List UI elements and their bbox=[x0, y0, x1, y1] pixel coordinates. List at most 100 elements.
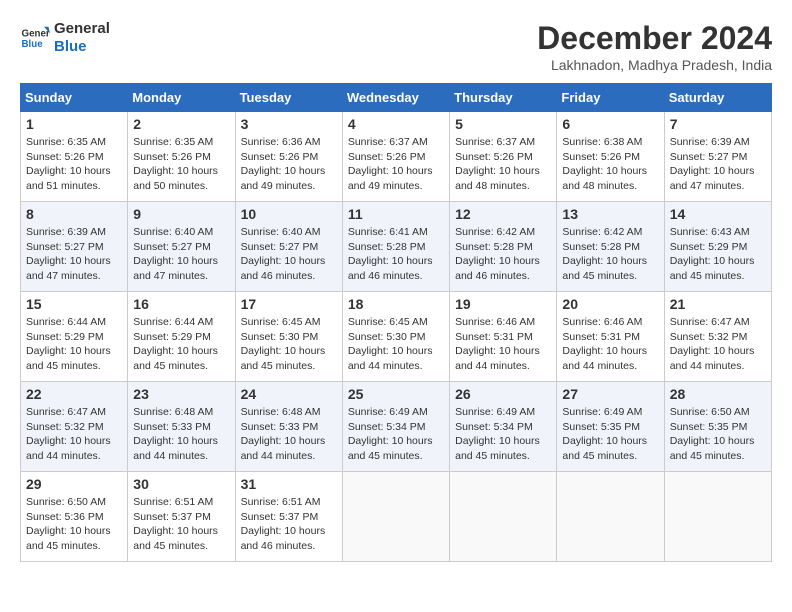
day-number: 19 bbox=[455, 296, 551, 312]
day-number: 16 bbox=[133, 296, 229, 312]
location: Lakhnadon, Madhya Pradesh, India bbox=[537, 57, 772, 73]
calendar-cell: 18 Sunrise: 6:45 AM Sunset: 5:30 PM Dayl… bbox=[342, 292, 449, 382]
cell-info: Sunrise: 6:47 AM Sunset: 5:32 PM Dayligh… bbox=[670, 315, 766, 374]
day-number: 5 bbox=[455, 116, 551, 132]
cell-info: Sunrise: 6:38 AM Sunset: 5:26 PM Dayligh… bbox=[562, 135, 658, 194]
calendar-cell bbox=[557, 472, 664, 562]
calendar-cell: 24 Sunrise: 6:48 AM Sunset: 5:33 PM Dayl… bbox=[235, 382, 342, 472]
logo-icon: General Blue bbox=[20, 23, 50, 53]
day-number: 9 bbox=[133, 206, 229, 222]
calendar-cell bbox=[342, 472, 449, 562]
cell-info: Sunrise: 6:39 AM Sunset: 5:27 PM Dayligh… bbox=[26, 225, 122, 284]
cell-info: Sunrise: 6:40 AM Sunset: 5:27 PM Dayligh… bbox=[241, 225, 337, 284]
day-number: 29 bbox=[26, 476, 122, 492]
calendar-cell: 13 Sunrise: 6:42 AM Sunset: 5:28 PM Dayl… bbox=[557, 202, 664, 292]
day-number: 11 bbox=[348, 206, 444, 222]
day-number: 23 bbox=[133, 386, 229, 402]
day-number: 6 bbox=[562, 116, 658, 132]
day-number: 7 bbox=[670, 116, 766, 132]
day-number: 26 bbox=[455, 386, 551, 402]
cell-info: Sunrise: 6:46 AM Sunset: 5:31 PM Dayligh… bbox=[562, 315, 658, 374]
calendar-cell: 25 Sunrise: 6:49 AM Sunset: 5:34 PM Dayl… bbox=[342, 382, 449, 472]
day-number: 3 bbox=[241, 116, 337, 132]
calendar-cell: 4 Sunrise: 6:37 AM Sunset: 5:26 PM Dayli… bbox=[342, 112, 449, 202]
day-number: 1 bbox=[26, 116, 122, 132]
cell-info: Sunrise: 6:41 AM Sunset: 5:28 PM Dayligh… bbox=[348, 225, 444, 284]
logo-blue: Blue bbox=[54, 38, 110, 56]
cell-info: Sunrise: 6:45 AM Sunset: 5:30 PM Dayligh… bbox=[348, 315, 444, 374]
calendar-cell: 12 Sunrise: 6:42 AM Sunset: 5:28 PM Dayl… bbox=[450, 202, 557, 292]
calendar-cell: 8 Sunrise: 6:39 AM Sunset: 5:27 PM Dayli… bbox=[21, 202, 128, 292]
day-number: 31 bbox=[241, 476, 337, 492]
calendar-cell: 31 Sunrise: 6:51 AM Sunset: 5:37 PM Dayl… bbox=[235, 472, 342, 562]
calendar-cell: 7 Sunrise: 6:39 AM Sunset: 5:27 PM Dayli… bbox=[664, 112, 771, 202]
cell-info: Sunrise: 6:51 AM Sunset: 5:37 PM Dayligh… bbox=[133, 495, 229, 554]
col-header-saturday: Saturday bbox=[664, 84, 771, 112]
svg-text:General: General bbox=[22, 29, 51, 40]
calendar-cell: 5 Sunrise: 6:37 AM Sunset: 5:26 PM Dayli… bbox=[450, 112, 557, 202]
calendar-cell: 27 Sunrise: 6:49 AM Sunset: 5:35 PM Dayl… bbox=[557, 382, 664, 472]
calendar-cell: 9 Sunrise: 6:40 AM Sunset: 5:27 PM Dayli… bbox=[128, 202, 235, 292]
cell-info: Sunrise: 6:42 AM Sunset: 5:28 PM Dayligh… bbox=[562, 225, 658, 284]
calendar-cell bbox=[664, 472, 771, 562]
day-number: 22 bbox=[26, 386, 122, 402]
day-number: 21 bbox=[670, 296, 766, 312]
title-block: December 2024 Lakhnadon, Madhya Pradesh,… bbox=[537, 20, 772, 73]
col-header-friday: Friday bbox=[557, 84, 664, 112]
calendar-cell: 15 Sunrise: 6:44 AM Sunset: 5:29 PM Dayl… bbox=[21, 292, 128, 382]
day-number: 13 bbox=[562, 206, 658, 222]
page-header: General Blue General Blue December 2024 … bbox=[20, 20, 772, 73]
cell-info: Sunrise: 6:49 AM Sunset: 5:34 PM Dayligh… bbox=[455, 405, 551, 464]
calendar-cell bbox=[450, 472, 557, 562]
cell-info: Sunrise: 6:49 AM Sunset: 5:34 PM Dayligh… bbox=[348, 405, 444, 464]
calendar-cell: 17 Sunrise: 6:45 AM Sunset: 5:30 PM Dayl… bbox=[235, 292, 342, 382]
calendar-cell: 14 Sunrise: 6:43 AM Sunset: 5:29 PM Dayl… bbox=[664, 202, 771, 292]
col-header-sunday: Sunday bbox=[21, 84, 128, 112]
cell-info: Sunrise: 6:48 AM Sunset: 5:33 PM Dayligh… bbox=[241, 405, 337, 464]
logo: General Blue General Blue bbox=[20, 20, 110, 56]
day-number: 28 bbox=[670, 386, 766, 402]
day-number: 2 bbox=[133, 116, 229, 132]
calendar-cell: 19 Sunrise: 6:46 AM Sunset: 5:31 PM Dayl… bbox=[450, 292, 557, 382]
calendar-cell: 10 Sunrise: 6:40 AM Sunset: 5:27 PM Dayl… bbox=[235, 202, 342, 292]
calendar-cell: 11 Sunrise: 6:41 AM Sunset: 5:28 PM Dayl… bbox=[342, 202, 449, 292]
calendar-cell: 23 Sunrise: 6:48 AM Sunset: 5:33 PM Dayl… bbox=[128, 382, 235, 472]
calendar-cell: 3 Sunrise: 6:36 AM Sunset: 5:26 PM Dayli… bbox=[235, 112, 342, 202]
calendar-cell: 1 Sunrise: 6:35 AM Sunset: 5:26 PM Dayli… bbox=[21, 112, 128, 202]
col-header-thursday: Thursday bbox=[450, 84, 557, 112]
col-header-wednesday: Wednesday bbox=[342, 84, 449, 112]
month-title: December 2024 bbox=[537, 20, 772, 57]
cell-info: Sunrise: 6:36 AM Sunset: 5:26 PM Dayligh… bbox=[241, 135, 337, 194]
calendar-cell: 28 Sunrise: 6:50 AM Sunset: 5:35 PM Dayl… bbox=[664, 382, 771, 472]
logo-general: General bbox=[54, 20, 110, 38]
cell-info: Sunrise: 6:40 AM Sunset: 5:27 PM Dayligh… bbox=[133, 225, 229, 284]
cell-info: Sunrise: 6:35 AM Sunset: 5:26 PM Dayligh… bbox=[133, 135, 229, 194]
day-number: 4 bbox=[348, 116, 444, 132]
cell-info: Sunrise: 6:35 AM Sunset: 5:26 PM Dayligh… bbox=[26, 135, 122, 194]
calendar-cell: 21 Sunrise: 6:47 AM Sunset: 5:32 PM Dayl… bbox=[664, 292, 771, 382]
calendar-cell: 29 Sunrise: 6:50 AM Sunset: 5:36 PM Dayl… bbox=[21, 472, 128, 562]
calendar-cell: 30 Sunrise: 6:51 AM Sunset: 5:37 PM Dayl… bbox=[128, 472, 235, 562]
svg-text:Blue: Blue bbox=[22, 39, 44, 50]
cell-info: Sunrise: 6:50 AM Sunset: 5:36 PM Dayligh… bbox=[26, 495, 122, 554]
calendar-cell: 26 Sunrise: 6:49 AM Sunset: 5:34 PM Dayl… bbox=[450, 382, 557, 472]
col-header-tuesday: Tuesday bbox=[235, 84, 342, 112]
day-number: 8 bbox=[26, 206, 122, 222]
calendar-cell: 16 Sunrise: 6:44 AM Sunset: 5:29 PM Dayl… bbox=[128, 292, 235, 382]
day-number: 14 bbox=[670, 206, 766, 222]
cell-info: Sunrise: 6:42 AM Sunset: 5:28 PM Dayligh… bbox=[455, 225, 551, 284]
day-number: 10 bbox=[241, 206, 337, 222]
calendar-cell: 2 Sunrise: 6:35 AM Sunset: 5:26 PM Dayli… bbox=[128, 112, 235, 202]
cell-info: Sunrise: 6:37 AM Sunset: 5:26 PM Dayligh… bbox=[455, 135, 551, 194]
cell-info: Sunrise: 6:44 AM Sunset: 5:29 PM Dayligh… bbox=[133, 315, 229, 374]
day-number: 15 bbox=[26, 296, 122, 312]
calendar-cell: 22 Sunrise: 6:47 AM Sunset: 5:32 PM Dayl… bbox=[21, 382, 128, 472]
calendar-cell: 6 Sunrise: 6:38 AM Sunset: 5:26 PM Dayli… bbox=[557, 112, 664, 202]
day-number: 30 bbox=[133, 476, 229, 492]
cell-info: Sunrise: 6:51 AM Sunset: 5:37 PM Dayligh… bbox=[241, 495, 337, 554]
cell-info: Sunrise: 6:44 AM Sunset: 5:29 PM Dayligh… bbox=[26, 315, 122, 374]
cell-info: Sunrise: 6:46 AM Sunset: 5:31 PM Dayligh… bbox=[455, 315, 551, 374]
cell-info: Sunrise: 6:43 AM Sunset: 5:29 PM Dayligh… bbox=[670, 225, 766, 284]
day-number: 18 bbox=[348, 296, 444, 312]
day-number: 12 bbox=[455, 206, 551, 222]
